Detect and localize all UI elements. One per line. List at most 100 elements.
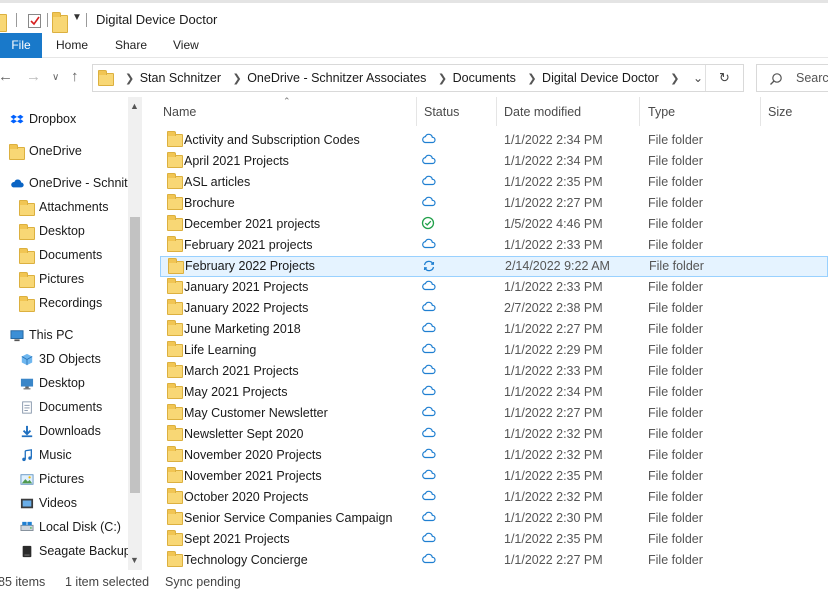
file-row[interactable]: April 2021 Projects 1/1/2022 2:34 PM File … — [158, 151, 828, 172]
properties-icon[interactable] — [27, 12, 43, 30]
chevron-right-icon[interactable]: ❯ — [438, 73, 447, 85]
file-row[interactable]: November 2021 Projects 1/1/2022 2:35 PM Fi… — [158, 466, 828, 487]
separator — [16, 13, 17, 27]
file-row[interactable]: January 2022 Projects 2/7/2022 2:38 PM Fil… — [158, 298, 828, 319]
column-header-status[interactable]: Status — [424, 105, 459, 119]
back-arrow-icon[interactable]: ← — [0, 68, 13, 85]
tab-share[interactable]: Share — [115, 33, 147, 58]
sidebar-item[interactable]: Seagate Backup — [0, 540, 131, 562]
file-row[interactable]: May Customer Newsletter 1/1/2022 2:27 PM F… — [158, 403, 828, 424]
file-row[interactable]: June Marketing 2018 1/1/2022 2:27 PM File … — [158, 319, 828, 340]
recent-locations-icon[interactable]: ∨ — [52, 72, 59, 83]
file-row[interactable]: ASL articles 1/1/2022 2:35 PM File folder — [158, 172, 828, 193]
breadcrumb-item[interactable]: Stan Schnitzer — [140, 71, 221, 85]
file-row[interactable]: Brochure 1/1/2022 2:27 PM File folder — [158, 193, 828, 214]
file-row[interactable]: February 2021 projects 1/1/2022 2:33 PM Fi… — [158, 235, 828, 256]
file-row[interactable]: May 2021 Projects 1/1/2022 2:34 PM File fo… — [158, 382, 828, 403]
scroll-down-icon[interactable]: ▼ — [130, 555, 139, 565]
file-name: February 2022 Projects — [185, 259, 315, 273]
sidebar-item[interactable]: Recordings — [0, 292, 128, 314]
forward-arrow-icon[interactable]: → — [26, 68, 41, 85]
search-input[interactable]: Search — [796, 71, 828, 85]
sidebar-item[interactable]: Dropbox — [0, 108, 128, 130]
desktop-icon — [20, 378, 34, 390]
column-divider[interactable] — [760, 97, 761, 126]
file-type: File folder — [648, 490, 703, 504]
sidebar-item[interactable]: This PC — [0, 324, 128, 346]
column-divider[interactable] — [416, 97, 417, 126]
breadcrumb-item[interactable]: Documents — [453, 71, 516, 85]
separator — [705, 65, 706, 91]
column-header-name[interactable]: Name — [163, 105, 196, 119]
sidebar-item[interactable]: Local Disk (C:) — [0, 516, 128, 538]
sidebar-item[interactable]: Pictures — [0, 268, 128, 290]
chevron-right-icon[interactable]: ❯ — [670, 73, 679, 85]
sidebar-item[interactable]: OneDrive — [0, 140, 128, 162]
tab-view[interactable]: View — [173, 33, 199, 58]
file-row[interactable]: February 2022 Projects 2/14/2022 9:22 AM F… — [160, 256, 828, 277]
up-arrow-icon[interactable]: ↑ — [71, 68, 79, 85]
chevron-right-icon[interactable]: ❯ — [232, 73, 241, 85]
file-row[interactable]: Sept 2021 Projects 1/1/2022 2:35 PM File f… — [158, 529, 828, 550]
file-row[interactable]: Newsletter Sept 2020 1/1/2022 2:32 PM File… — [158, 424, 828, 445]
online-only-cloud-icon — [422, 448, 436, 459]
chevron-right-icon[interactable]: ❯ — [527, 73, 536, 85]
file-date-modified: 1/1/2022 2:35 PM — [504, 175, 603, 189]
file-status — [421, 300, 436, 315]
file-date-modified: 1/1/2022 2:27 PM — [504, 406, 603, 420]
item-count: 85 items — [0, 575, 46, 589]
file-row[interactable]: Life Learning 1/1/2022 2:29 PM File folder — [158, 340, 828, 361]
sidebar-item[interactable]: Pictures — [0, 468, 128, 490]
file-type: File folder — [648, 406, 703, 420]
folder-icon — [167, 152, 183, 168]
file-row[interactable]: Activity and Subscription Codes 1/1/2022 … — [158, 130, 828, 151]
sidebar-item[interactable]: Attachments — [0, 196, 128, 218]
column-divider[interactable] — [639, 97, 640, 126]
folder-icon — [19, 200, 35, 216]
scrollbar-thumb[interactable] — [130, 217, 140, 493]
search-box[interactable]: Search — [756, 64, 828, 92]
column-divider[interactable] — [496, 97, 497, 126]
sidebar-item[interactable]: Desktop — [0, 220, 128, 242]
file-row[interactable]: Senior Service Companies Campaign 1/1/202… — [158, 508, 828, 529]
online-only-cloud-icon — [422, 406, 436, 417]
file-row[interactable]: March 2021 Projects 1/1/2022 2:33 PM File … — [158, 361, 828, 382]
column-header-size[interactable]: Size — [768, 105, 792, 119]
folder-icon — [167, 530, 183, 546]
refresh-icon[interactable]: ↻ — [719, 70, 730, 86]
file-date-modified: 1/1/2022 2:34 PM — [504, 385, 603, 399]
file-name: Life Learning — [184, 343, 257, 357]
new-folder-icon[interactable] — [52, 12, 68, 33]
file-date-modified: 2/7/2022 2:38 PM — [504, 301, 603, 315]
address-bar[interactable]: ❯ Stan Schnitzer ❯ OneDrive - Schnitzer … — [92, 64, 744, 92]
file-row[interactable]: November 2020 Projects 1/1/2022 2:32 PM Fi… — [158, 445, 828, 466]
file-name: Technology Concierge — [184, 553, 308, 567]
breadcrumb-item[interactable]: Digital Device Doctor — [542, 71, 659, 85]
navigation-pane-scrollbar[interactable]: ▲ ▼ — [128, 97, 142, 570]
sidebar-item[interactable]: Desktop — [0, 372, 128, 394]
file-row[interactable]: October 2020 Projects 1/1/2022 2:32 PM Fil… — [158, 487, 828, 508]
chevron-down-icon[interactable]: ⌄ — [693, 71, 703, 85]
file-row[interactable]: December 2021 projects 1/5/2022 4:46 PM Fi… — [158, 214, 828, 235]
column-header-date-modified[interactable]: Date modified — [504, 105, 581, 119]
folder-icon — [167, 362, 183, 378]
sidebar-item[interactable]: 3D Objects — [0, 348, 128, 370]
file-row[interactable]: Technology Concierge 1/1/2022 2:27 PM File… — [158, 550, 828, 571]
file-type: File folder — [648, 154, 703, 168]
online-only-cloud-icon — [422, 196, 436, 207]
sidebar-item-label: Desktop — [39, 224, 85, 238]
sidebar-item[interactable]: Documents — [0, 396, 128, 418]
column-header-type[interactable]: Type — [648, 105, 675, 119]
sidebar-item[interactable]: Music — [0, 444, 128, 466]
file-row[interactable]: January 2021 Projects 1/1/2022 2:33 PM Fil… — [158, 277, 828, 298]
tab-file[interactable]: File — [0, 33, 42, 58]
scroll-up-icon[interactable]: ▲ — [130, 101, 139, 111]
sidebar-item[interactable]: Downloads — [0, 420, 128, 442]
customize-toolbar-icon[interactable]: ▼ — [72, 12, 82, 23]
sidebar-item[interactable]: OneDrive - Schnit — [0, 172, 128, 194]
tab-home[interactable]: Home — [56, 33, 88, 58]
sidebar-item[interactable]: Documents — [0, 244, 128, 266]
file-name: Activity and Subscription Codes — [184, 133, 360, 147]
breadcrumb-item[interactable]: OneDrive - Schnitzer Associates — [247, 71, 426, 85]
sidebar-item[interactable]: Videos — [0, 492, 128, 514]
